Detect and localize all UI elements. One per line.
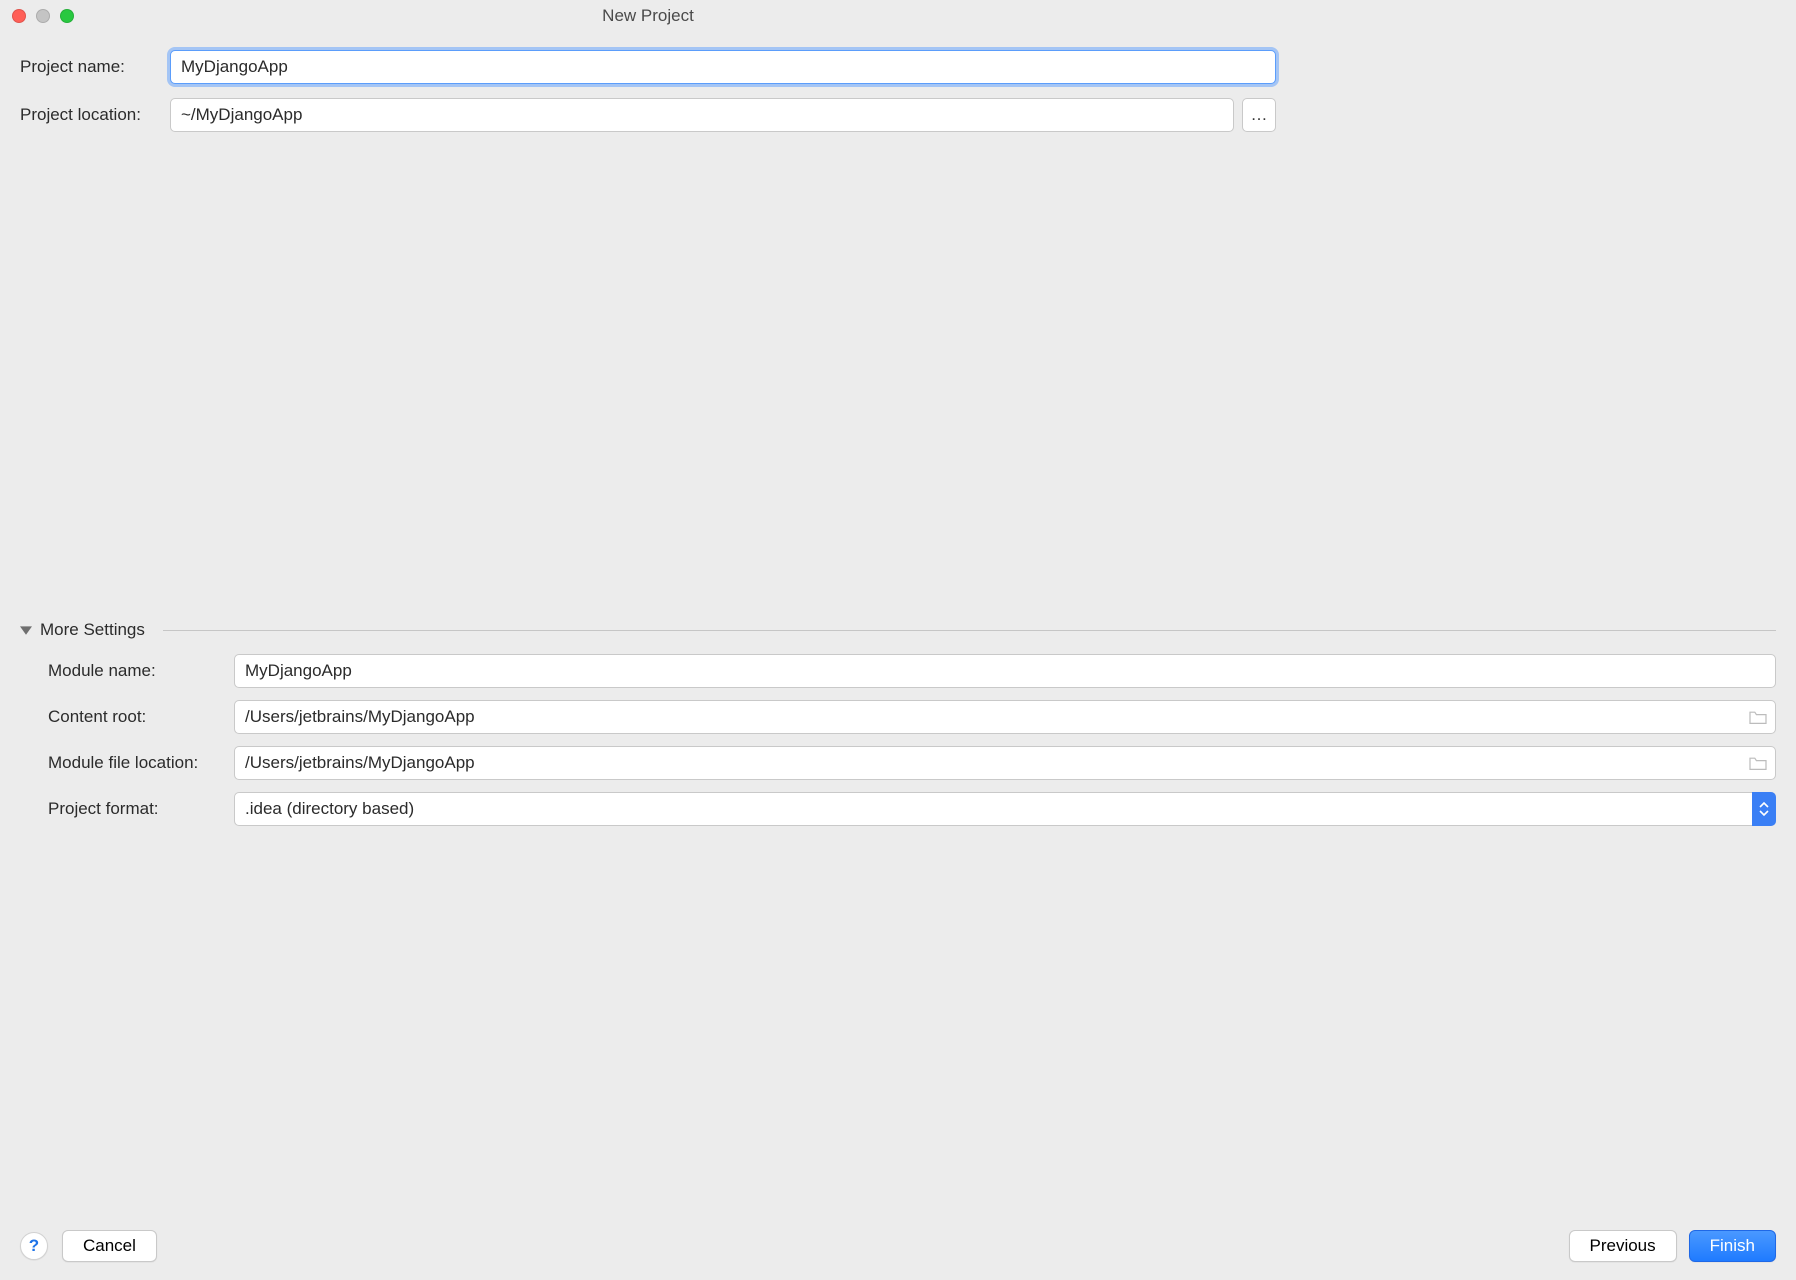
- project-format-label: Project format:: [48, 799, 234, 819]
- cancel-button[interactable]: Cancel: [62, 1230, 157, 1262]
- previous-button[interactable]: Previous: [1569, 1230, 1677, 1262]
- project-format-select[interactable]: .idea (directory based): [234, 792, 1776, 826]
- module-file-location-label: Module file location:: [48, 753, 234, 773]
- module-name-input[interactable]: [234, 654, 1776, 688]
- more-settings-section: More Settings Module name: Content root:…: [20, 620, 1776, 838]
- finish-button[interactable]: Finish: [1689, 1230, 1776, 1262]
- minimize-icon[interactable]: [36, 9, 50, 23]
- content-root-row: Content root:: [48, 700, 1776, 734]
- more-settings-label: More Settings: [40, 620, 145, 640]
- project-location-row: Project location: …: [20, 98, 1276, 132]
- maximize-icon[interactable]: [60, 9, 74, 23]
- close-icon[interactable]: [12, 9, 26, 23]
- folder-icon[interactable]: [1748, 755, 1768, 771]
- project-name-row: Project name:: [20, 50, 1276, 84]
- help-button[interactable]: ?: [20, 1232, 48, 1260]
- button-bar: ? Cancel Previous Finish: [0, 1230, 1796, 1262]
- disclosure-down-icon: [20, 624, 32, 636]
- folder-icon[interactable]: [1748, 709, 1768, 725]
- window-controls: [0, 9, 74, 23]
- project-format-value: .idea (directory based): [234, 792, 1776, 826]
- chevron-updown-icon: [1752, 792, 1776, 826]
- more-settings-body: Module name: Content root: Module file l…: [20, 640, 1776, 826]
- module-name-label: Module name:: [48, 661, 234, 681]
- module-file-location-row: Module file location:: [48, 746, 1776, 780]
- browse-location-button[interactable]: …: [1242, 98, 1276, 132]
- project-location-label: Project location:: [20, 105, 170, 125]
- window-title: New Project: [0, 6, 1296, 26]
- project-location-input[interactable]: [170, 98, 1234, 132]
- module-name-row: Module name:: [48, 654, 1776, 688]
- more-settings-header[interactable]: More Settings: [20, 620, 1776, 640]
- divider: [163, 630, 1776, 631]
- module-file-location-input[interactable]: [234, 746, 1776, 780]
- content-root-label: Content root:: [48, 707, 234, 727]
- titlebar: New Project: [0, 0, 1296, 32]
- project-name-input[interactable]: [170, 50, 1276, 84]
- project-format-row: Project format: .idea (directory based): [48, 792, 1776, 826]
- content-area: Project name: Project location: …: [0, 32, 1296, 132]
- project-name-label: Project name:: [20, 57, 170, 77]
- content-root-input[interactable]: [234, 700, 1776, 734]
